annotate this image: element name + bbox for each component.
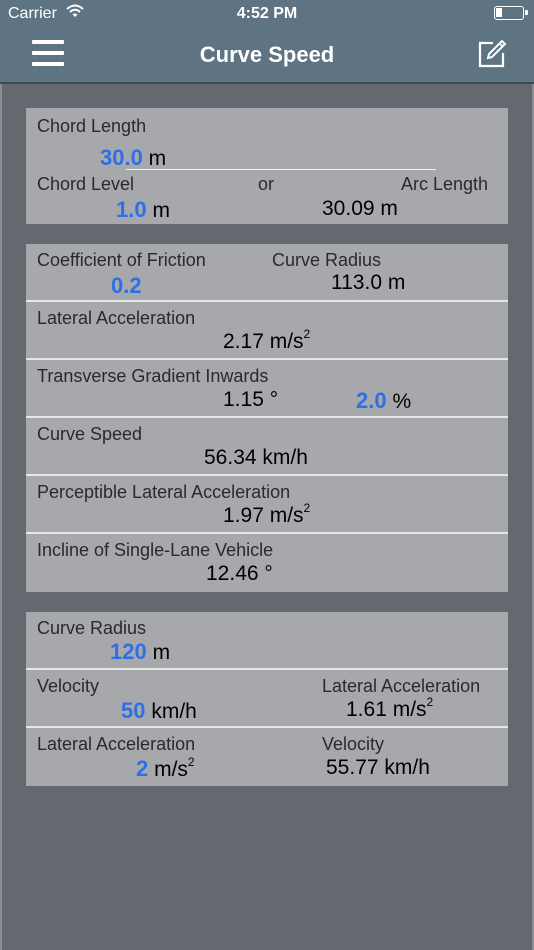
- arc-length-value: 30.09 m: [322, 197, 398, 220]
- status-bar: Carrier 4:52 PM: [0, 0, 534, 28]
- curve-radius-label: Curve Radius: [272, 250, 382, 270]
- velocity-field: 50 km/h: [121, 698, 197, 724]
- navigation-bar: Curve Speed: [0, 28, 534, 82]
- acceleration-row: Lateral Acceleration Velocity 2 m/s2 55.…: [26, 728, 508, 786]
- velocity-result-value: 55.77 km/h: [326, 756, 430, 779]
- chord-length-input[interactable]: 30.0: [100, 145, 143, 170]
- gradient-label: Transverse Gradient Inwards: [37, 366, 269, 386]
- chord-level-label: Chord Level: [37, 174, 135, 194]
- curve-radius-value: 113.0 m: [331, 271, 406, 294]
- curve-speed-row: Curve Speed 56.34 km/h: [26, 418, 508, 476]
- chord-level-input[interactable]: 1.0: [116, 197, 147, 222]
- chord-divider: [126, 169, 436, 170]
- gradient-percent-unit: %: [392, 390, 412, 413]
- velocity-input[interactable]: 50: [121, 698, 145, 723]
- page-border-left: [0, 84, 2, 950]
- velocity-label: Velocity: [37, 676, 100, 696]
- radius-input[interactable]: 120: [110, 639, 147, 664]
- page-title: Curve Speed: [199, 42, 335, 67]
- incline-label: Incline of Single-Lane Vehicle: [37, 540, 274, 560]
- lateral-acceleration-exponent: 2: [303, 327, 311, 341]
- incline-value: 12.46 °: [206, 562, 273, 585]
- radius-unit: m: [152, 641, 171, 664]
- battery-icon: [494, 6, 528, 20]
- friction-card: Coefficient of Friction Curve Radius 0.2…: [26, 244, 508, 592]
- chord-level-unit: m: [152, 199, 170, 222]
- acceleration-unit-exponent: 2: [187, 755, 195, 769]
- radius-input-row: Curve Radius 120 m: [26, 612, 508, 670]
- chord-length-label: Chord Length: [37, 116, 147, 136]
- gradient-row: Transverse Gradient Inwards 1.15 ° 2.0 %: [26, 360, 508, 418]
- or-label: or: [258, 174, 275, 194]
- velocity-lateral-acceleration-field: 1.61 m/s2: [346, 695, 434, 722]
- status-time: 4:52 PM: [236, 5, 298, 22]
- cof-row: Coefficient of Friction Curve Radius 0.2…: [26, 244, 508, 302]
- radius-card: Curve Radius 120 m Velocity Lateral Acce…: [26, 612, 508, 786]
- velocity-lateral-acceleration-label: Lateral Acceleration: [322, 676, 481, 696]
- acceleration-input[interactable]: 2: [136, 756, 148, 781]
- lateral-acceleration-value: 2.17 m/s: [223, 330, 304, 353]
- gradient-percent-field: 2.0 %: [356, 388, 411, 414]
- velocity-result-label: Velocity: [322, 734, 385, 754]
- arc-length-label: Arc Length: [401, 174, 489, 194]
- radius-label: Curve Radius: [37, 618, 147, 638]
- curve-speed-label: Curve Speed: [37, 424, 143, 444]
- velocity-unit: km/h: [151, 700, 197, 723]
- lateral-acceleration-field: 2.17 m/s2: [223, 327, 311, 354]
- perceptible-acceleration-value: 1.97 m/s: [223, 504, 304, 527]
- chord-length-field: 30.0 m: [100, 145, 166, 171]
- lateral-acceleration-label: Lateral Acceleration: [37, 308, 196, 328]
- curve-speed-value: 56.34 km/h: [204, 446, 308, 469]
- perceptible-acceleration-exponent: 2: [303, 501, 311, 515]
- perceptible-acceleration-row: Perceptible Lateral Acceleration 1.97 m/…: [26, 476, 508, 534]
- cof-input[interactable]: 0.2: [111, 273, 142, 299]
- velocity-lateral-acceleration-exponent: 2: [426, 695, 434, 709]
- nav-divider: [0, 82, 534, 84]
- incline-row: Incline of Single-Lane Vehicle 12.46 °: [26, 534, 508, 592]
- acceleration-input-label: Lateral Acceleration: [37, 734, 196, 754]
- chord-length-unit: m: [148, 147, 167, 170]
- gradient-percent-input[interactable]: 2.0: [356, 388, 387, 413]
- lateral-acceleration-row: Lateral Acceleration 2.17 m/s2: [26, 302, 508, 360]
- perceptible-acceleration-field: 1.97 m/s2: [223, 501, 311, 528]
- cof-label: Coefficient of Friction: [37, 250, 206, 270]
- chord-level-field: 1.0 m: [116, 197, 170, 223]
- chord-card: Chord Length 30.0 m Chord Level or Arc L…: [26, 108, 508, 224]
- radius-field: 120 m: [110, 639, 170, 665]
- velocity-row: Velocity Lateral Acceleration 50 km/h 1.…: [26, 670, 508, 728]
- perceptible-acceleration-label: Perceptible Lateral Acceleration: [37, 482, 291, 502]
- acceleration-unit: m/s: [154, 758, 188, 781]
- gradient-degrees-value: 1.15 °: [223, 388, 279, 411]
- velocity-lateral-acceleration-value: 1.61 m/s: [346, 698, 427, 721]
- edit-icon[interactable]: [476, 38, 508, 70]
- acceleration-field: 2 m/s2: [136, 756, 195, 782]
